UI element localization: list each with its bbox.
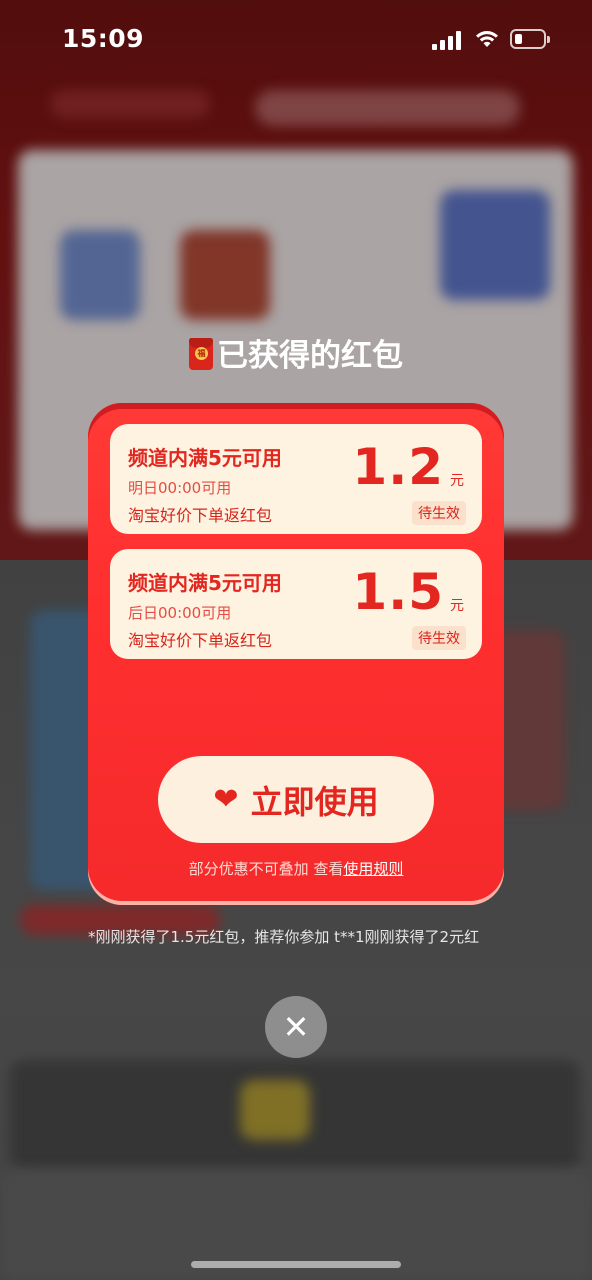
battery-icon — [510, 29, 550, 49]
stacking-note: 部分优惠不可叠加 查看使用规则 — [188, 860, 404, 878]
red-packet-panel: 频道内满5元可用 明日00:00可用 淘宝好价下单返红包 1.2 元 待生效 频… — [88, 403, 504, 905]
modal-title: 已获得的红包 — [0, 330, 592, 375]
home-indicator[interactable] — [191, 1261, 401, 1268]
coupon-validity: 后日00:00可用 — [128, 604, 232, 622]
coupon-card: 频道内满5元可用 明日00:00可用 淘宝好价下单返红包 1.2 元 待生效 — [110, 424, 482, 534]
coupon-condition: 频道内满5元可用 — [128, 571, 282, 595]
coupon-source: 淘宝好价下单返红包 — [128, 506, 273, 525]
use-now-label: 立即使用 — [250, 782, 379, 821]
coupon-validity: 明日00:00可用 — [128, 479, 232, 497]
cellular-signal-icon — [432, 30, 464, 50]
status-time: 15:09 — [62, 24, 145, 53]
coupon-unit: 元 — [450, 598, 464, 614]
red-envelope-icon — [189, 338, 213, 370]
status-bar: 15:09 — [0, 0, 592, 80]
coupon-unit: 元 — [450, 473, 464, 489]
coupon-amount: 1.2 — [352, 438, 444, 496]
coupon-status-badge: 待生效 — [412, 501, 466, 525]
close-button[interactable]: ✕ — [265, 996, 327, 1058]
coupon-source: 淘宝好价下单返红包 — [128, 631, 273, 650]
coupon-status-badge: 待生效 — [412, 626, 466, 650]
coupon-card: 频道内满5元可用 后日00:00可用 淘宝好价下单返红包 1.5 元 待生效 — [110, 549, 482, 659]
close-icon: ✕ — [282, 1008, 310, 1046]
wifi-icon — [476, 31, 498, 47]
rules-link[interactable]: 使用规则 — [343, 860, 403, 878]
heart-icon: ❤ — [213, 781, 239, 817]
coupon-amount: 1.5 — [352, 563, 444, 621]
use-now-button[interactable]: ❤ 立即使用 — [158, 756, 434, 843]
coupon-condition: 频道内满5元可用 — [128, 446, 282, 470]
activity-ticker: *刚刚获得了1.5元红包，推荐你参加 t**1刚刚获得了2元红 — [88, 928, 480, 946]
